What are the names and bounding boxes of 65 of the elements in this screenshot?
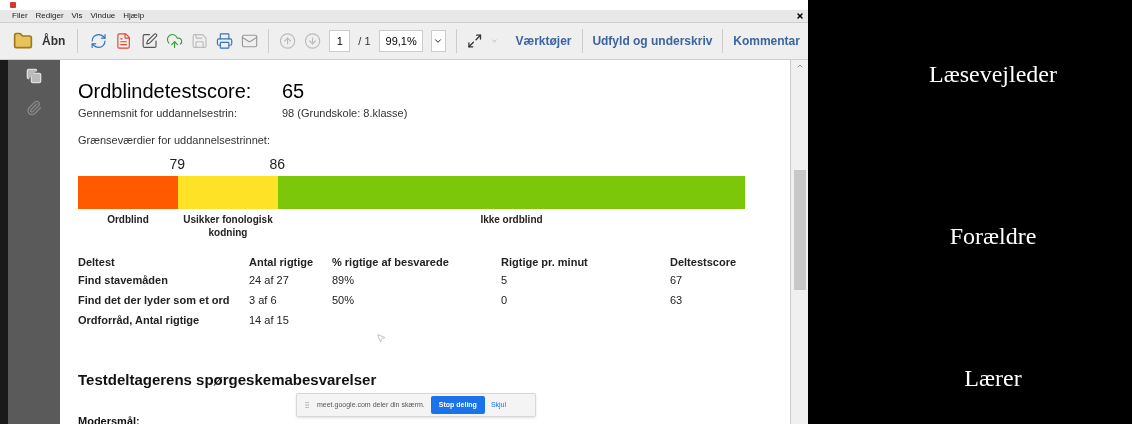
role-label: Forældre xyxy=(949,222,1037,251)
page-count: / 1 xyxy=(358,33,371,49)
menu-item[interactable]: Rediger xyxy=(35,12,64,20)
score-value: 65 xyxy=(282,79,305,104)
refresh-icon[interactable] xyxy=(90,31,108,51)
threshold-value: 79 xyxy=(169,154,185,174)
scale-label: Ordblind xyxy=(106,212,150,227)
menu-item[interactable]: Vis xyxy=(71,12,83,20)
panel-tab[interactable]: Udfyld og underskriv xyxy=(590,32,715,50)
zoom-dropdown[interactable] xyxy=(430,30,447,52)
print-icon[interactable] xyxy=(215,31,234,51)
caret-icon xyxy=(433,36,444,46)
score-label: Ordblindetestscore: xyxy=(78,79,253,104)
caret-icon[interactable] xyxy=(490,37,498,45)
mouse-cursor-icon xyxy=(376,332,386,344)
app-icon xyxy=(10,2,16,8)
column-header: Rigtige pr. minut xyxy=(501,255,589,270)
page-field[interactable]: 1 xyxy=(329,30,351,52)
cloud-upload-icon[interactable] xyxy=(165,31,183,51)
table-cell-text: 24 af 27 xyxy=(249,273,290,289)
document-icon[interactable] xyxy=(115,31,133,51)
table-cell-text: 0 xyxy=(501,293,509,309)
table-cell-text: 14 af 15 xyxy=(249,313,290,329)
table-cell-text: Find stavemåden xyxy=(78,273,169,289)
arrow-down-icon[interactable] xyxy=(304,31,322,51)
table-cell-text: 3 af 6 xyxy=(249,293,278,309)
scroll-thumb[interactable] xyxy=(793,170,806,290)
expand-icon[interactable] xyxy=(467,32,483,50)
scroll-up-icon[interactable] xyxy=(795,62,804,70)
panel-tab[interactable]: Kommentar xyxy=(731,32,802,50)
arrow-up-icon[interactable] xyxy=(279,31,297,51)
folder-icon xyxy=(12,31,34,51)
column-header: % rigtige af besvarede xyxy=(332,255,450,270)
close-icon[interactable] xyxy=(796,12,804,20)
panel-tab[interactable]: Værktøjer xyxy=(513,32,574,50)
threshold-value: 86 xyxy=(269,154,285,174)
table-cell-text: 89% xyxy=(332,273,356,289)
role-label: Læsevejleder xyxy=(929,60,1057,89)
menu-item[interactable]: Filer xyxy=(12,12,28,20)
paperclip-icon[interactable] xyxy=(26,100,42,116)
thresholds-label: Grænseværdier for uddannelsestrinnet: xyxy=(78,133,271,148)
scale-label: Ikke ordblind xyxy=(479,212,544,227)
table-cell-text: 50% xyxy=(332,293,356,309)
edit-icon[interactable] xyxy=(140,31,158,51)
table-cell-text: 63 xyxy=(670,293,684,309)
scale-label: Usikker fonologisk kodning xyxy=(182,212,274,239)
save-icon[interactable] xyxy=(190,31,208,51)
menu-item[interactable]: Vindue xyxy=(90,12,116,20)
average-label: Gennemsnit for uddannelsestrin: xyxy=(78,106,238,120)
menu-item[interactable]: Hjælp xyxy=(123,12,145,20)
table-cell-text: Find det der lyder som et ord xyxy=(78,293,231,309)
table-cell-text: Ordforråd, Antal rigtige xyxy=(78,313,201,329)
zoom-field[interactable]: 99,1% xyxy=(378,30,423,52)
table-cell-text: 67 xyxy=(670,273,684,289)
column-header: Deltest xyxy=(78,255,116,270)
pages-icon[interactable] xyxy=(26,68,42,84)
average-value: 98 (Grundskole: 8.klasse) xyxy=(282,106,408,120)
scrollbar[interactable] xyxy=(790,60,808,424)
column-header: Antal rigtige xyxy=(249,255,315,270)
column-header: Deltestscore xyxy=(670,255,738,270)
section-title: Testdeltagerens spørgeskemabesvarelser xyxy=(78,369,378,390)
table-cell-text: 5 xyxy=(501,273,509,289)
open-button[interactable]: Åbn xyxy=(12,31,66,51)
grip-icon[interactable] xyxy=(303,400,311,410)
role-label: Lærer xyxy=(964,364,1022,393)
